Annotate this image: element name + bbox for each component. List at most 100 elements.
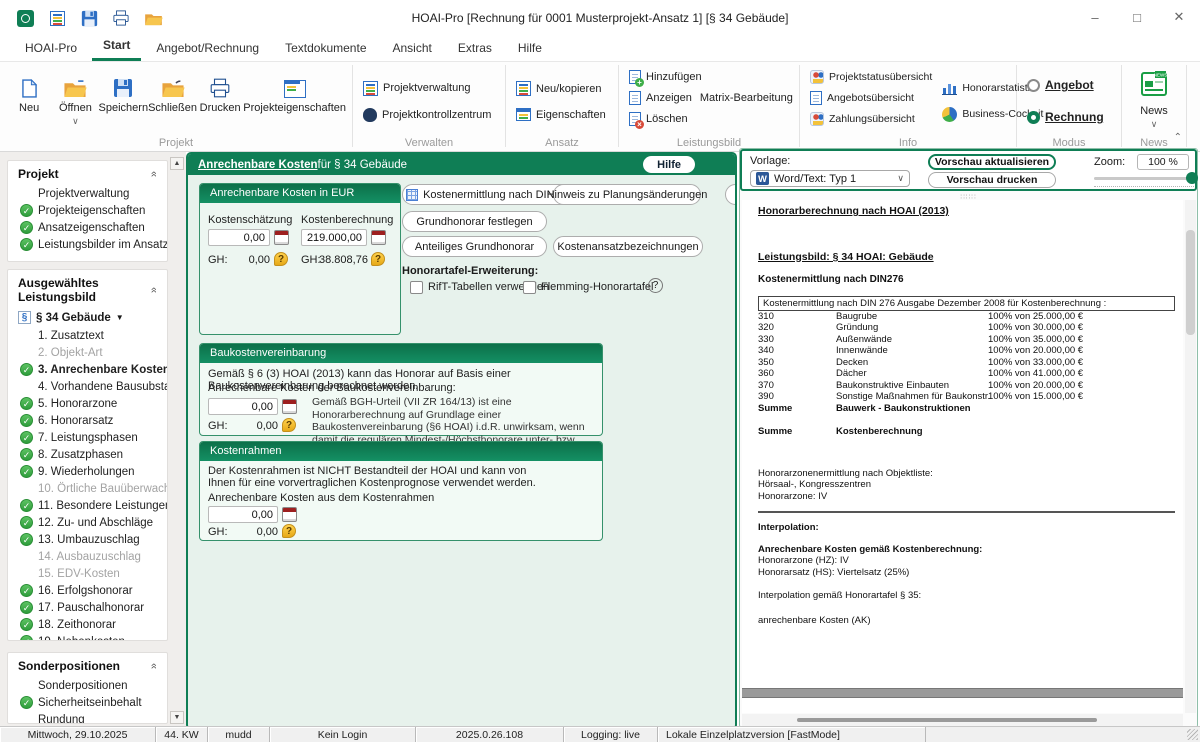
preview-horizontal-scrollbar[interactable] — [742, 714, 1183, 726]
sidebar-item[interactable]: ✓ 9. Wiederholungen — [8, 463, 167, 480]
vorschau-drucken-button[interactable]: Vorschau drucken — [928, 172, 1056, 188]
schliessen-button[interactable]: Schließen — [148, 66, 197, 135]
modus-rechnung-radio[interactable]: Rechnung — [1023, 108, 1115, 126]
sidebar-item[interactable]: ✓ 6. Honorarsatz — [8, 412, 167, 429]
eigenschaften-button[interactable]: Eigenschaften — [512, 106, 612, 123]
vorschau-aktualisieren-button[interactable]: Vorschau aktualisieren — [928, 154, 1056, 170]
question-icon[interactable]: ? — [274, 252, 288, 266]
sidebar-item[interactable]: ✓ 2. Objekt-Art — [8, 344, 167, 361]
question-icon[interactable]: ? — [282, 524, 296, 538]
ribbon-collapse-icon[interactable]: ⌃ — [1174, 132, 1182, 143]
help-button[interactable]: Hilfe — [643, 156, 695, 173]
sidebar-item[interactable]: ✓ 16. Erfolgshonorar — [8, 582, 167, 599]
menu-tab[interactable]: Start — [92, 34, 141, 61]
menu-tab[interactable]: Angebot/Rechnung — [145, 37, 270, 61]
bkv-input[interactable] — [208, 398, 278, 415]
neu-kopieren-button[interactable]: Neu/kopieren — [512, 79, 612, 98]
news-button[interactable]: NEWS News ∨ — [1128, 66, 1180, 127]
sidebar-item[interactable]: ✓ 10. Örtliche Bauüberwachung — [8, 480, 167, 497]
sidebar-item[interactable]: ✓ 18. Zeithonorar — [8, 616, 167, 633]
rift-checkbox[interactable] — [410, 281, 423, 294]
sidebar-item-leistungsbild-root[interactable]: § § 34 Gebäude ▼ — [8, 308, 167, 327]
resize-grip[interactable] — [1187, 729, 1198, 740]
sidebar-item[interactable]: ✓ Projekteigenschaften — [8, 202, 167, 219]
anzeigen-button[interactable]: Anzeigen — [625, 89, 696, 107]
project-list-icon[interactable] — [46, 7, 68, 29]
calculator-icon[interactable] — [371, 230, 386, 245]
flemming-checkbox[interactable] — [523, 281, 536, 294]
loeschen-button[interactable]: Löschen — [625, 110, 793, 128]
zahlungsuebersicht-button[interactable]: Zahlungsübersicht — [806, 110, 936, 128]
sidebar-item[interactable]: ✓ 17. Pauschalhonorar — [8, 599, 167, 616]
scrollbar-thumb[interactable] — [1186, 230, 1195, 335]
speichern-button[interactable]: Speichern — [99, 66, 149, 135]
question-icon[interactable]: ? — [371, 252, 385, 266]
zoom-value[interactable]: 100 % — [1137, 154, 1189, 170]
kostenschaetzung-input[interactable] — [208, 229, 270, 246]
scrollbar-thumb[interactable] — [797, 718, 1097, 722]
panel-header-projekt[interactable]: Projekt » — [8, 161, 167, 185]
template-dropdown[interactable]: W Word/Text: Typ 1 ∨ — [750, 170, 910, 187]
menu-tab[interactable]: Ansicht — [382, 37, 443, 61]
maximize-button[interactable]: □ — [1116, 0, 1158, 34]
minimize-button[interactable]: – — [1074, 0, 1116, 34]
folder-icon[interactable] — [142, 7, 164, 29]
preview-vertical-scrollbar[interactable] — [1185, 200, 1196, 713]
print-icon[interactable] — [110, 7, 132, 29]
angebotsuebersicht-button[interactable]: Angebotsübersicht — [806, 89, 936, 107]
sidebar-item[interactable]: ✓ 5. Honorarzone — [8, 395, 167, 412]
oeffnen-button[interactable]: Öffnen ∨ — [52, 66, 98, 135]
sidebar-scroll-up[interactable]: ▲ — [170, 157, 184, 170]
collapse-icon[interactable]: » — [148, 663, 160, 669]
app-logo-icon[interactable] — [14, 7, 36, 29]
sidebar-item[interactable]: ✓ Sonderpositionen — [8, 677, 167, 694]
help-circle-icon[interactable]: ? — [648, 278, 663, 293]
sidebar-item[interactable]: ✓ 19. Nebenkosten — [8, 633, 167, 641]
sidebar-item[interactable]: ✓ Rundung — [8, 711, 167, 724]
clipped-button[interactable] — [725, 184, 737, 205]
zoom-slider[interactable] — [1094, 177, 1194, 180]
sidebar-item[interactable]: ✓ 14. Ausbauzuschlag — [8, 548, 167, 565]
grundhonorar-festlegen-button[interactable]: Grundhonorar festlegen — [402, 211, 547, 232]
kostenrahmen-input[interactable] — [208, 506, 278, 523]
collapse-icon[interactable]: » — [148, 287, 160, 293]
panel-header-leistungsbild[interactable]: Ausgewähltes Leistungsbild » — [8, 270, 167, 308]
sidebar-item[interactable]: ✓ 3. Anrechenbare Kosten — [8, 361, 167, 378]
collapse-icon[interactable]: » — [148, 171, 160, 177]
kostenberechnung-input[interactable] — [301, 229, 367, 246]
sidebar-item[interactable]: ✓ Projektverwaltung — [8, 185, 167, 202]
calculator-icon[interactable] — [282, 399, 297, 414]
menu-tab[interactable]: Hilfe — [507, 37, 553, 61]
kostenansatzbezeichnungen-button[interactable]: Kostenansatzbezeichnungen — [553, 236, 703, 257]
matrix-bearbeitung-button[interactable]: Matrix-Bearbeitung — [696, 89, 797, 107]
modus-angebot-radio[interactable]: Angebot — [1023, 76, 1115, 94]
sidebar-item[interactable]: ✓ 12. Zu- und Abschläge — [8, 514, 167, 531]
projektverwaltung-button[interactable]: Projektverwaltung — [359, 79, 499, 98]
sidebar-scroll-down[interactable]: ▼ — [170, 711, 184, 724]
hinzufuegen-button[interactable]: Hinzufügen — [625, 68, 793, 86]
sidebar-item[interactable]: ✓ 1. Zusatztext — [8, 327, 167, 344]
calculator-icon[interactable] — [274, 230, 289, 245]
calculator-icon[interactable] — [282, 507, 297, 522]
panel-header-sonderpositionen[interactable]: Sonderpositionen » — [8, 653, 167, 677]
close-button[interactable]: ✕ — [1158, 0, 1200, 34]
menu-tab[interactable]: Extras — [447, 37, 503, 61]
sidebar-item[interactable]: ✓ Ansatzeigenschaften — [8, 219, 167, 236]
sidebar-item[interactable]: ✓ Leistungsbilder im Ansatz — [8, 236, 167, 253]
sidebar-item[interactable]: ✓ Sicherheitseinbehalt — [8, 694, 167, 711]
menu-tab[interactable]: Textdokumente — [274, 37, 377, 61]
save-icon[interactable] — [78, 7, 100, 29]
neu-button[interactable]: Neu — [6, 66, 52, 135]
sidebar-item[interactable]: ✓ 11. Besondere Leistungen — [8, 497, 167, 514]
projekteigenschaften-button[interactable]: Projekteigenschaften — [243, 66, 346, 135]
sidebar-item[interactable]: ✓ 8. Zusatzphasen — [8, 446, 167, 463]
projektstatusuebersicht-button[interactable]: Projektstatusübersicht — [806, 68, 936, 86]
sidebar-item[interactable]: ✓ 7. Leistungsphasen — [8, 429, 167, 446]
dropdown-arrow-icon[interactable]: ▼ — [116, 313, 124, 322]
sidebar-item[interactable]: ✓ 15. EDV-Kosten — [8, 565, 167, 582]
zoom-slider-thumb[interactable] — [1186, 172, 1198, 184]
sidebar-item[interactable]: ✓ 13. Umbauzuschlag — [8, 531, 167, 548]
projektkontrollzentrum-button[interactable]: Projektkontrollzentrum — [359, 106, 499, 124]
drucken-button[interactable]: Drucken — [197, 66, 243, 135]
hinweis-planungsaenderungen-button[interactable]: Hinweis zu Planungsänderungen — [553, 184, 701, 205]
